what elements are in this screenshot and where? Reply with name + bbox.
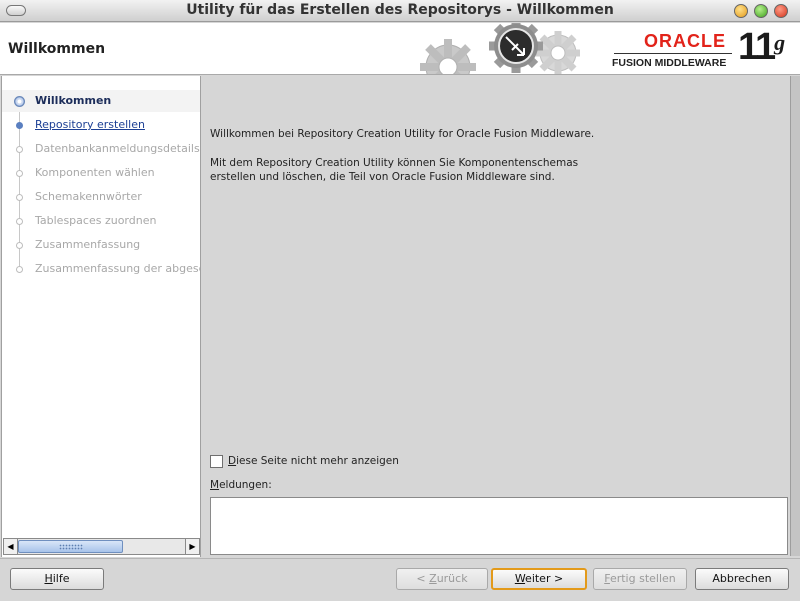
nav-step-label: Datenbankanmeldungsdetails — [35, 142, 200, 155]
welcome-text: Willkommen bei Repository Creation Utili… — [210, 128, 595, 140]
fusion-middleware-label: FUSION MIDDLEWARE — [612, 57, 727, 69]
oracle-logo: ORACLE FUSION MIDDLEWARE — [612, 29, 732, 71]
description-line-2: erstellen und löschen, die Teil von Orac… — [210, 171, 555, 183]
pending-step-icon — [16, 218, 23, 225]
scrollbar-grip-icon — [59, 544, 83, 550]
nav-step-zusammenfassung: Zusammenfassung — [2, 234, 200, 256]
back-button[interactable]: < Zurück — [396, 568, 488, 590]
minimize-icon[interactable] — [734, 4, 748, 18]
pending-step-icon — [16, 170, 23, 177]
logo-divider — [614, 53, 732, 54]
scroll-left-icon[interactable]: ◀ — [4, 539, 18, 554]
dont-show-again-label[interactable]: Diese Seite nicht mehr anzeigen — [228, 455, 399, 467]
description-line-1: Mit dem Repository Creation Utility könn… — [210, 157, 579, 169]
finish-button[interactable]: Fertig stellen — [593, 568, 687, 590]
pending-step-icon — [16, 266, 23, 273]
nav-step-label: Tablespaces zuordnen — [35, 214, 157, 227]
nav-step-label: Repository erstellen — [35, 118, 145, 131]
messages-label: Meldungen: — [210, 479, 272, 491]
nav-step-label: Zusammenfassung der abgesc — [35, 262, 201, 275]
close-icon[interactable] — [774, 4, 788, 18]
version-number: 11 — [738, 26, 776, 68]
nav-step-zusammenfassung-abgeschlossen: Zusammenfassung der abgesc — [2, 258, 201, 280]
next-step-icon — [16, 122, 23, 129]
maximize-icon[interactable] — [754, 4, 768, 18]
oracle-wordmark: ORACLE — [644, 31, 726, 51]
next-button[interactable]: Weiter > — [491, 568, 587, 590]
nav-step-schemakennwoerter: Schemakennwörter — [2, 186, 200, 208]
nav-step-label: Willkommen — [35, 94, 112, 107]
pending-step-icon — [16, 194, 23, 201]
window-titlebar: Utility für das Erstellen des Repository… — [0, 0, 800, 22]
nav-horizontal-scrollbar[interactable]: ◀ ▶ — [3, 538, 200, 555]
nav-step-tablespaces-zuordnen: Tablespaces zuordnen — [2, 210, 200, 232]
nav-step-label: Schemakennwörter — [35, 190, 142, 203]
current-step-icon — [14, 96, 25, 107]
version-letter: g — [774, 30, 785, 55]
nav-step-label: Komponenten wählen — [35, 166, 155, 179]
wizard-step-nav: Willkommen Repository erstellen Datenban… — [1, 76, 201, 557]
version-logo: 11g — [738, 26, 785, 68]
pending-step-icon — [16, 146, 23, 153]
cancel-button[interactable]: Abbrechen — [695, 568, 789, 590]
window-edge — [790, 76, 800, 556]
page-header: Willkommen ORACLE FUSION MIDDLEWARE 11g — [0, 23, 800, 75]
nav-step-label: Zusammenfassung — [35, 238, 141, 251]
scroll-right-icon[interactable]: ▶ — [185, 539, 199, 554]
pending-step-icon — [16, 242, 23, 249]
nav-step-repository-erstellen[interactable]: Repository erstellen — [2, 114, 200, 136]
scrollbar-thumb[interactable] — [18, 540, 123, 553]
gears-icon — [420, 23, 580, 74]
window-title: Utility für das Erstellen des Repository… — [186, 2, 614, 18]
help-button[interactable]: Hilfe — [10, 568, 104, 590]
nav-step-datenbankanmeldungsdetails: Datenbankanmeldungsdetails — [2, 138, 200, 160]
nav-step-komponenten-waehlen: Komponenten wählen — [2, 162, 200, 184]
wizard-footer: Hilfe < Zurück Weiter > Fertig stellen A… — [0, 558, 800, 601]
main-content: Willkommen bei Repository Creation Utili… — [202, 76, 800, 557]
dont-show-again-checkbox[interactable] — [210, 455, 223, 468]
nav-step-willkommen[interactable]: Willkommen — [2, 90, 200, 112]
description-text: Mit dem Repository Creation Utility könn… — [210, 156, 630, 184]
messages-area[interactable] — [210, 497, 788, 555]
page-title: Willkommen — [8, 41, 106, 57]
